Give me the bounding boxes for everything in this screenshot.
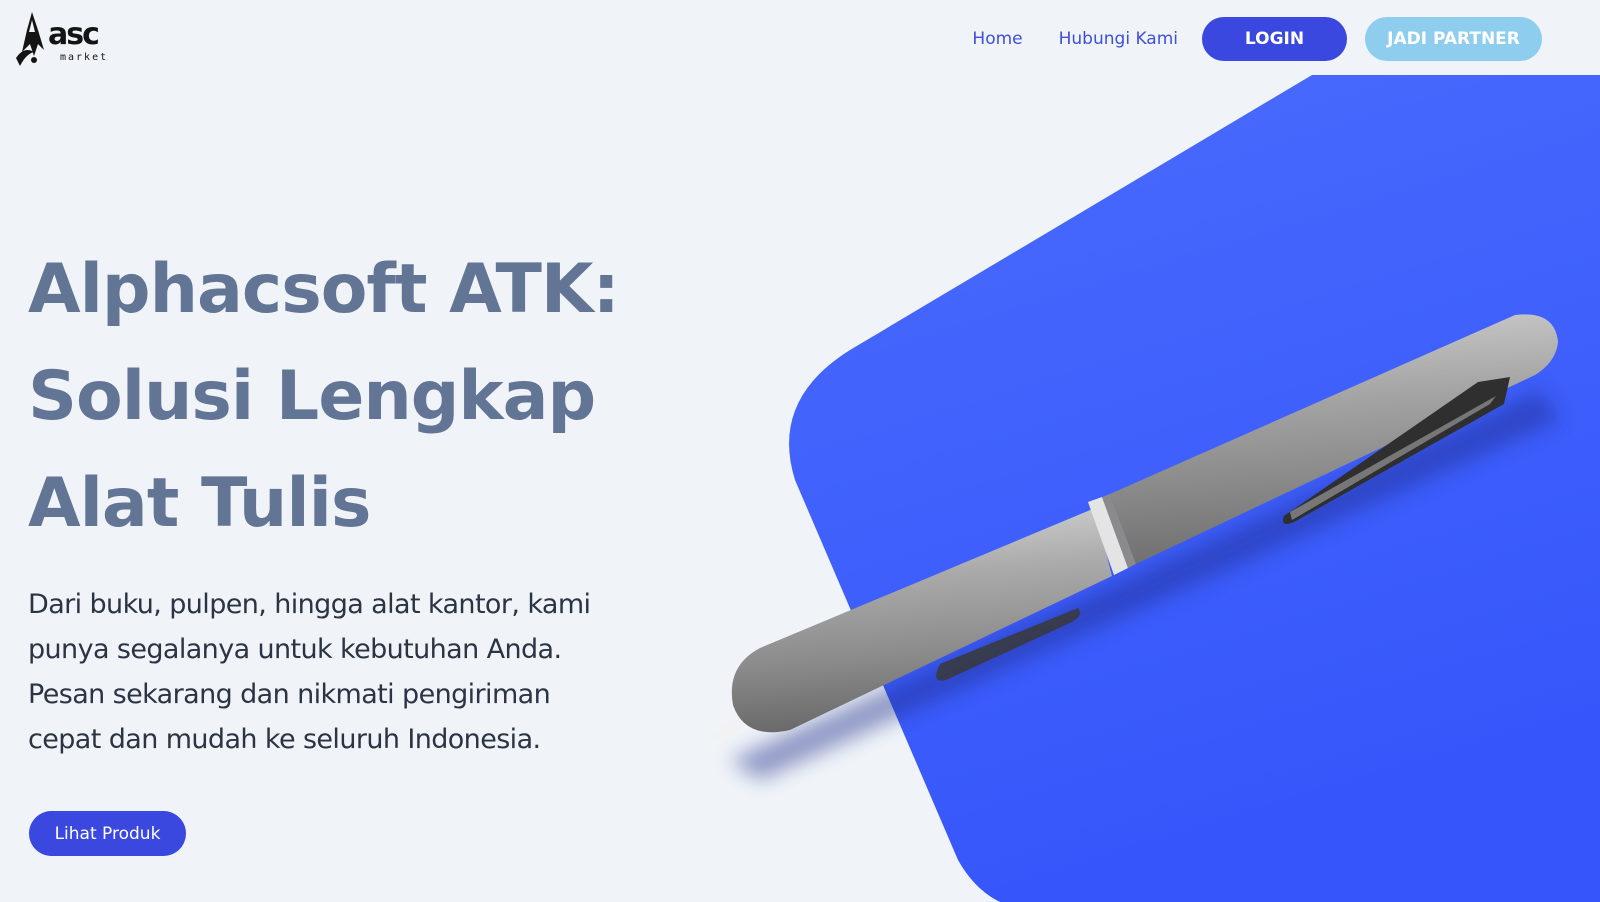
hero-description-line: Pesan sekarang dan nikmati pengiriman: [28, 679, 551, 710]
brand-subtitle: market: [60, 52, 109, 63]
brand-name: asc: [48, 17, 100, 52]
hero-description: Dari buku, pulpen, hingga alat kantor, k…: [28, 582, 668, 762]
hero-description-line: Dari buku, pulpen, hingga alat kantor, k…: [28, 589, 591, 620]
landing-page: asc market Home Hubungi Kami LOGIN JADI …: [0, 0, 1600, 902]
brand-logo[interactable]: asc market: [10, 10, 106, 68]
hero-title: Alphacsoft ATK: Solusi Lengkap Alat Tuli…: [28, 236, 668, 557]
become-partner-button[interactable]: JADI PARTNER: [1365, 17, 1542, 61]
login-button[interactable]: LOGIN: [1202, 17, 1347, 61]
hero-description-line: punya segalanya untuk kebutuhan Anda.: [28, 634, 562, 665]
main-nav: Home Hubungi Kami LOGIN JADI PARTNER: [972, 16, 1542, 62]
hero-title-line: Solusi Lengkap: [28, 357, 596, 436]
hero-title-line: Alphacsoft ATK:: [28, 250, 620, 329]
hero-title-line: Alat Tulis: [28, 464, 371, 543]
nav-contact-link[interactable]: Hubungi Kami: [1059, 29, 1178, 49]
hero-description-line: cepat dan mudah ke seluruh Indonesia.: [28, 724, 541, 755]
view-products-button[interactable]: Lihat Produk: [29, 811, 186, 856]
nav-home-link[interactable]: Home: [972, 29, 1022, 49]
